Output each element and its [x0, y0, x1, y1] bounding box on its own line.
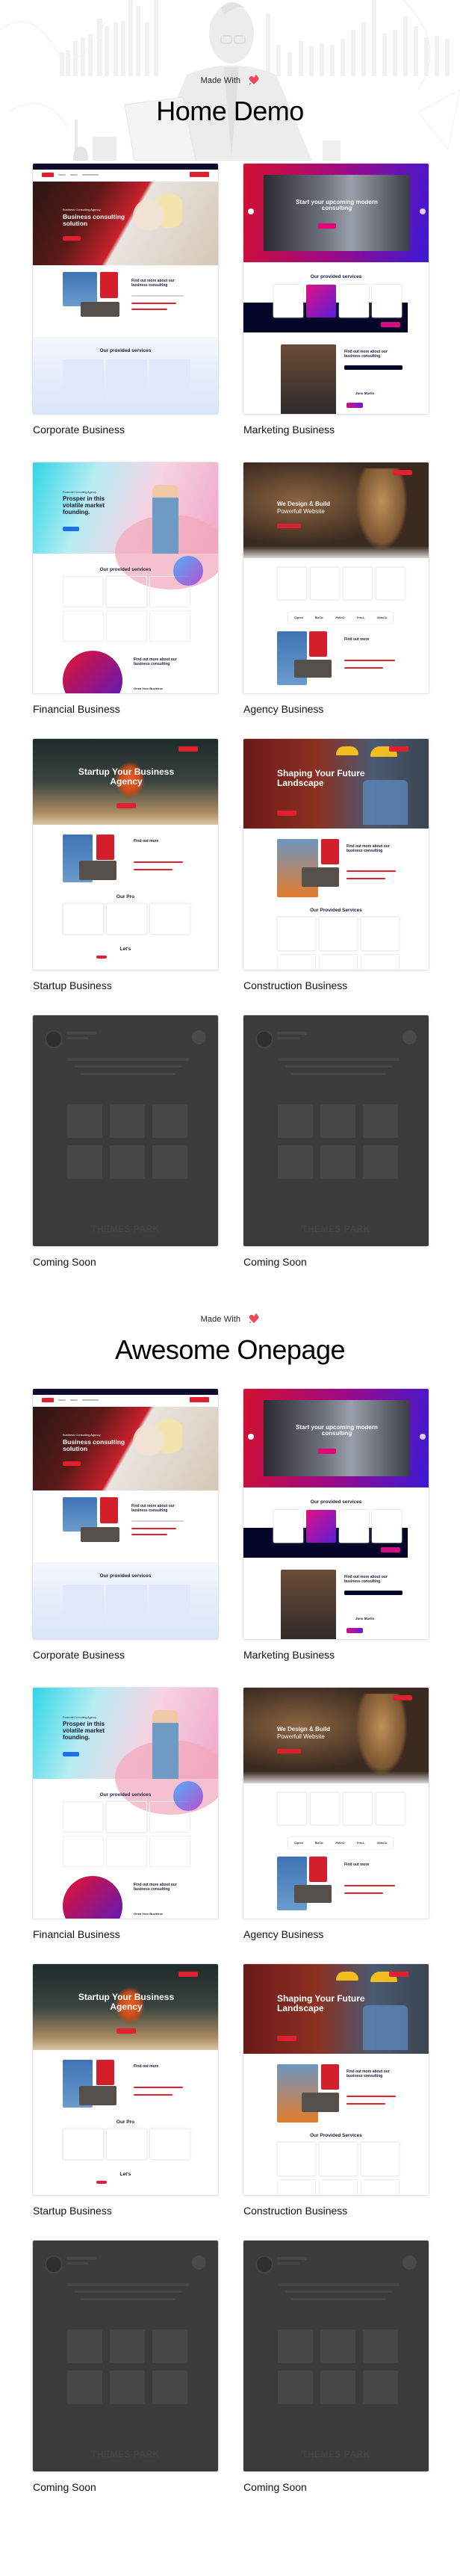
demo-card-label[interactable]: Construction Business — [243, 2205, 347, 2217]
avatar-placeholder — [192, 1030, 206, 1044]
demo-card-coming-soon[interactable]: THEMES PARK — [243, 2240, 429, 2472]
demo-card-coming-soon[interactable]: THEMES PARK — [243, 1015, 429, 1247]
construction-preview: Shaping Your Future Landscape Find out m… — [243, 739, 429, 970]
section-title: Awesome Onepage — [114, 1334, 346, 1365]
demo-card-financial[interactable]: Financial Consulting Agency Prosper in t… — [32, 462, 219, 694]
watermark: THEMES PARK — [91, 2449, 160, 2459]
demo-card-label[interactable]: Coming Soon — [243, 2481, 307, 2493]
demo-card-label[interactable]: Corporate Business — [33, 424, 125, 436]
demo-card-marketing[interactable]: Start your upcoming modern consulting Ou… — [243, 1388, 429, 1640]
demo-card-label[interactable]: Startup Business — [33, 2205, 112, 2217]
made-with-label: Made With — [0, 75, 460, 87]
avatar-placeholder — [402, 2255, 417, 2270]
financial-preview: Financial Consulting Agency Prosper in t… — [33, 1688, 218, 1919]
demo-card-label[interactable]: Coming Soon — [243, 1256, 307, 1268]
heart-icon — [249, 1313, 259, 1326]
made-with-label: Made With — [0, 1313, 460, 1326]
demo-card-label[interactable]: Financial Business — [33, 1928, 120, 1940]
coming-soon-placeholder: THEMES PARK — [243, 1015, 429, 1246]
demo-card-corporate[interactable]: Business Consulting Agency Business cons… — [32, 1388, 219, 1640]
coming-soon-placeholder: THEMES PARK — [33, 2241, 218, 2471]
coming-soon-placeholder: THEMES PARK — [243, 2241, 429, 2471]
marketing-preview: Start your upcoming modern consulting Ou… — [243, 1389, 429, 1639]
demo-card-label[interactable]: Agency Business — [243, 703, 323, 715]
watermark: THEMES PARK — [302, 1224, 370, 1234]
demo-card-startup[interactable]: Startup Your Business Agency Find out mo… — [32, 738, 219, 970]
marketing-preview: Start your upcoming modern consulting Ou… — [243, 164, 429, 414]
demo-card-coming-soon[interactable]: THEMES PARK — [32, 2240, 219, 2472]
demo-card-label[interactable]: Coming Soon — [33, 2481, 96, 2493]
demo-card-label[interactable]: Marketing Business — [243, 1649, 335, 1661]
corporate-preview: Business Consulting Agency Business cons… — [33, 164, 218, 414]
startup-preview: Startup Your Business Agency Find out mo… — [33, 1964, 218, 2195]
section-title: Home Demo — [156, 96, 304, 126]
demo-card-coming-soon[interactable]: THEMES PARK — [32, 1015, 219, 1247]
agency-preview: We Design & Build Powerfull Website Cipr… — [243, 1688, 429, 1919]
logo-icon — [45, 1030, 63, 1048]
demo-card-label[interactable]: Startup Business — [33, 979, 112, 991]
demo-card-label[interactable]: Financial Business — [33, 703, 120, 715]
demo-card-label[interactable]: Coming Soon — [33, 1256, 96, 1268]
financial-preview: Financial Consulting Agency Prosper in t… — [33, 462, 218, 693]
watermark: THEMES PARK — [302, 2449, 370, 2459]
logo-icon — [255, 2255, 273, 2273]
corporate-preview: Business Consulting Agency Business cons… — [33, 1389, 218, 1639]
demo-card-corporate[interactable]: Business Consulting Agency Business cons… — [32, 163, 219, 415]
avatar-placeholder — [192, 2255, 206, 2270]
demo-card-marketing[interactable]: Start your upcoming modern consulting Ou… — [243, 163, 429, 415]
logo-icon — [255, 1030, 273, 1048]
logo-icon — [45, 2255, 63, 2273]
demo-card-agency[interactable]: We Design & Build Powerfull Website Cipr… — [243, 462, 429, 694]
demo-card-startup[interactable]: Startup Your Business Agency Find out mo… — [32, 1963, 219, 2196]
heart-icon — [249, 75, 259, 87]
avatar-placeholder — [402, 1030, 417, 1044]
watermark: THEMES PARK — [91, 1224, 160, 1234]
demo-card-financial[interactable]: Financial Consulting Agency Prosper in t… — [32, 1687, 219, 1919]
demo-card-construction[interactable]: Shaping Your Future Landscape Find out m… — [243, 738, 429, 970]
partner-logos: Ciprox BizCo. PolioO TescL. AxisCo — [288, 612, 393, 624]
demo-card-label[interactable]: Marketing Business — [243, 424, 335, 436]
demo-card-label[interactable]: Agency Business — [243, 1928, 323, 1940]
coming-soon-placeholder: THEMES PARK — [33, 1015, 218, 1246]
demo-card-construction[interactable]: Shaping Your Future Landscape Find out m… — [243, 1963, 429, 2196]
startup-preview: Startup Your Business Agency Find out mo… — [33, 739, 218, 970]
construction-preview: Shaping Your Future Landscape Find out m… — [243, 1964, 429, 2195]
demo-card-label[interactable]: Construction Business — [243, 979, 347, 991]
demo-card-label[interactable]: Corporate Business — [33, 1649, 125, 1661]
partner-logos: Ciprox BizCo. PolioO TescL. AxisCo — [288, 1837, 393, 1849]
demo-card-agency[interactable]: We Design & Build Powerfull Website Cipr… — [243, 1687, 429, 1919]
agency-preview: We Design & Build Powerfull Website Cipr… — [243, 462, 429, 693]
